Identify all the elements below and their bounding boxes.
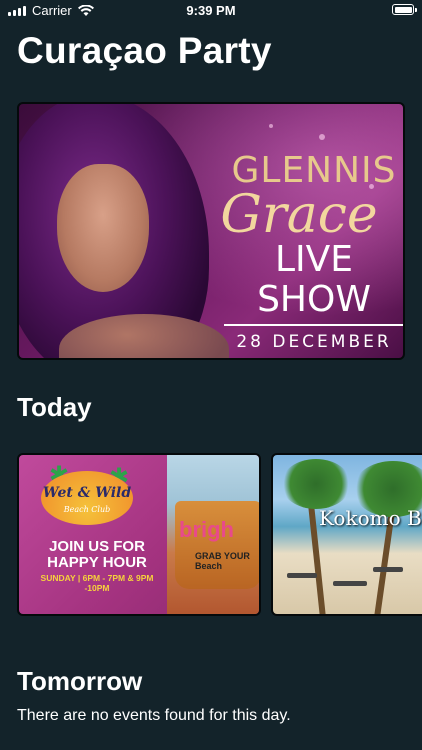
beach-chair bbox=[373, 567, 403, 572]
event-card[interactable]: brigh GRAB YOUR Beach ✱ ✱ Wet & Wild Bea… bbox=[17, 453, 261, 616]
featured-text-block: GLENNIS Grace LIVE SHOW 28 DECEMBER bbox=[220, 152, 403, 352]
featured-artist-last: Grace bbox=[220, 185, 378, 245]
promo-headline: JOIN US FOR HAPPY HOUR bbox=[47, 538, 147, 571]
page-title: Curaçao Party bbox=[17, 30, 272, 71]
performer-face bbox=[57, 164, 149, 292]
section-title-today: Today bbox=[17, 392, 92, 422]
today-events-carousel[interactable]: brigh GRAB YOUR Beach ✱ ✱ Wet & Wild Bea… bbox=[0, 453, 422, 616]
battery-icon bbox=[392, 4, 417, 15]
featured-date: 28 DECEMBER bbox=[236, 332, 392, 352]
sparkle bbox=[319, 134, 325, 140]
battery-fill bbox=[394, 6, 412, 13]
event-card[interactable]: Kokomo B Family I bbox=[271, 453, 422, 616]
section-title-tomorrow: Tomorrow bbox=[17, 666, 143, 696]
club-logo-subtitle: Beach Club bbox=[63, 505, 111, 514]
club-logo-title: Wet & Wild bbox=[42, 485, 132, 501]
sparkle bbox=[269, 124, 273, 128]
bucket-slogan: GRAB YOUR Beach bbox=[195, 551, 250, 571]
bucket-brand: brigh bbox=[179, 517, 234, 542]
status-bar: Carrier 9:39 PM bbox=[0, 0, 422, 22]
featured-event-banner[interactable]: GLENNIS Grace LIVE SHOW 28 DECEMBER bbox=[17, 102, 405, 360]
bucket-image bbox=[175, 501, 259, 589]
beach-chair bbox=[287, 573, 317, 578]
palm-fronds bbox=[281, 459, 351, 509]
card-title: Kokomo B Family I bbox=[319, 506, 422, 530]
featured-show-label: LIVE SHOW bbox=[257, 239, 371, 320]
beach-chair bbox=[333, 581, 367, 586]
status-time: 9:39 PM bbox=[186, 3, 236, 18]
featured-divider bbox=[224, 324, 403, 326]
promo-times: SUNDAY | 6PM - 7PM & 9PM -10PM bbox=[40, 573, 154, 593]
empty-state-message: There are no events found for this day. bbox=[17, 707, 291, 724]
